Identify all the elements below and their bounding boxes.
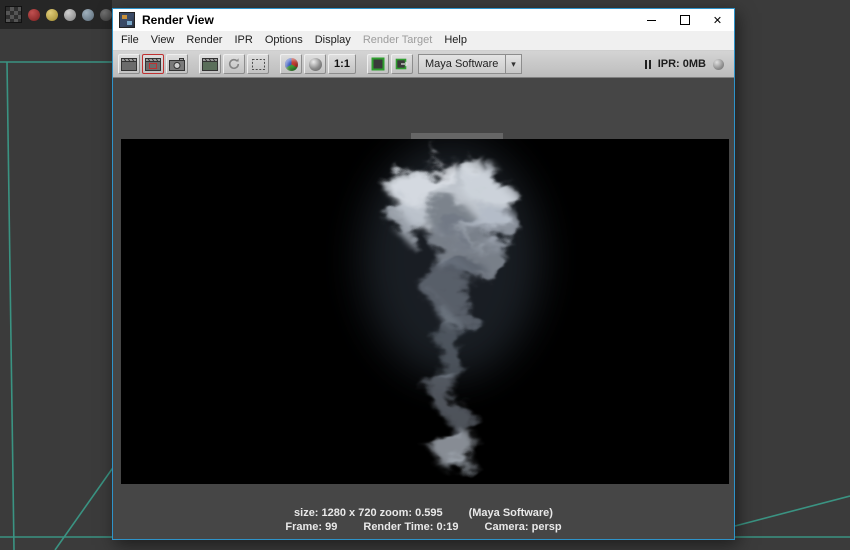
refresh-icon <box>228 58 240 70</box>
toolbar-right: IPR: 0MB <box>644 58 729 70</box>
status-renderer: (Maya Software) <box>468 507 553 519</box>
dark-sphere-icon[interactable] <box>100 8 112 21</box>
ipr-status-dot <box>713 58 724 70</box>
close-button[interactable]: ✕ <box>701 10 734 31</box>
rgb-channels-button[interactable] <box>280 54 302 74</box>
menu-help[interactable]: Help <box>438 31 473 50</box>
snapshot-icon <box>169 57 185 71</box>
alpha-channel-button[interactable] <box>304 54 326 74</box>
render-view-window: Render View ✕ File View Render IPR Optio… <box>112 8 735 540</box>
rendered-image[interactable] <box>121 139 729 484</box>
window-title: Render View <box>142 13 214 27</box>
dashed-region-icon <box>251 58 265 70</box>
menu-render-target: Render Target <box>362 34 433 46</box>
ipr-clapperboard-icon <box>202 57 218 71</box>
ipr-region-button[interactable] <box>247 54 269 74</box>
menu-file[interactable]: File <box>115 31 145 50</box>
menu-render[interactable]: Render <box>180 31 228 50</box>
refresh-ipr-button[interactable] <box>223 54 245 74</box>
render-settings-button[interactable] <box>367 54 389 74</box>
ipr-memory-label: IPR: 0MB <box>657 58 706 70</box>
render-region-button[interactable] <box>142 54 164 74</box>
blue-sphere-icon[interactable] <box>82 8 94 21</box>
render-view-toolbar: 1:1 Maya Software ▾ IPR: 0MB <box>113 51 734 78</box>
maximize-button[interactable] <box>668 10 701 31</box>
renderer-select[interactable]: Maya Software <box>418 54 506 74</box>
menu-options[interactable]: Options <box>259 31 309 50</box>
ipr-render-button[interactable] <box>199 54 221 74</box>
green-frame-icon <box>371 57 385 71</box>
smoke-render <box>121 139 729 484</box>
red-sphere-icon[interactable] <box>28 8 40 21</box>
render-current-frame-button[interactable] <box>118 54 140 74</box>
keep-image-button[interactable] <box>391 54 413 74</box>
status-frame: Frame: 99 <box>285 521 338 533</box>
render-view-content: size: 1280 x 720 zoom: 0.595 (Maya Softw… <box>113 78 734 539</box>
rgb-channels-icon <box>284 57 298 71</box>
green-frame-arrow-icon <box>395 58 408 70</box>
menu-view[interactable]: View <box>145 31 181 50</box>
minimize-button[interactable] <box>635 10 668 31</box>
menu-ipr[interactable]: IPR <box>228 31 258 50</box>
renderer-dropdown: Maya Software ▾ <box>418 54 522 74</box>
checker-icon[interactable] <box>5 6 22 23</box>
window-icon <box>119 12 135 28</box>
yellow-sphere-icon[interactable] <box>46 8 58 21</box>
renderer-select-arrow[interactable]: ▾ <box>506 54 522 74</box>
render-status: size: 1280 x 720 zoom: 0.595 (Maya Softw… <box>113 506 734 534</box>
status-size-zoom: size: 1280 x 720 zoom: 0.595 <box>294 507 443 519</box>
menu-display[interactable]: Display <box>309 31 357 50</box>
status-camera: Camera: persp <box>484 521 562 533</box>
pause-ipr-icon[interactable] <box>644 59 651 69</box>
one-to-one-button[interactable]: 1:1 <box>328 54 356 74</box>
status-render-time: Render Time: 0:19 <box>363 521 459 533</box>
menubar: File View Render IPR Options Display Ren… <box>113 31 734 51</box>
alpha-channel-icon <box>308 57 322 71</box>
clapperboard-region-icon <box>145 57 161 71</box>
titlebar[interactable]: Render View ✕ <box>113 9 734 31</box>
snapshot-button[interactable] <box>166 54 188 74</box>
host-shelf <box>0 0 112 29</box>
clapperboard-icon <box>121 57 137 71</box>
gray-sphere-icon[interactable] <box>64 8 76 21</box>
